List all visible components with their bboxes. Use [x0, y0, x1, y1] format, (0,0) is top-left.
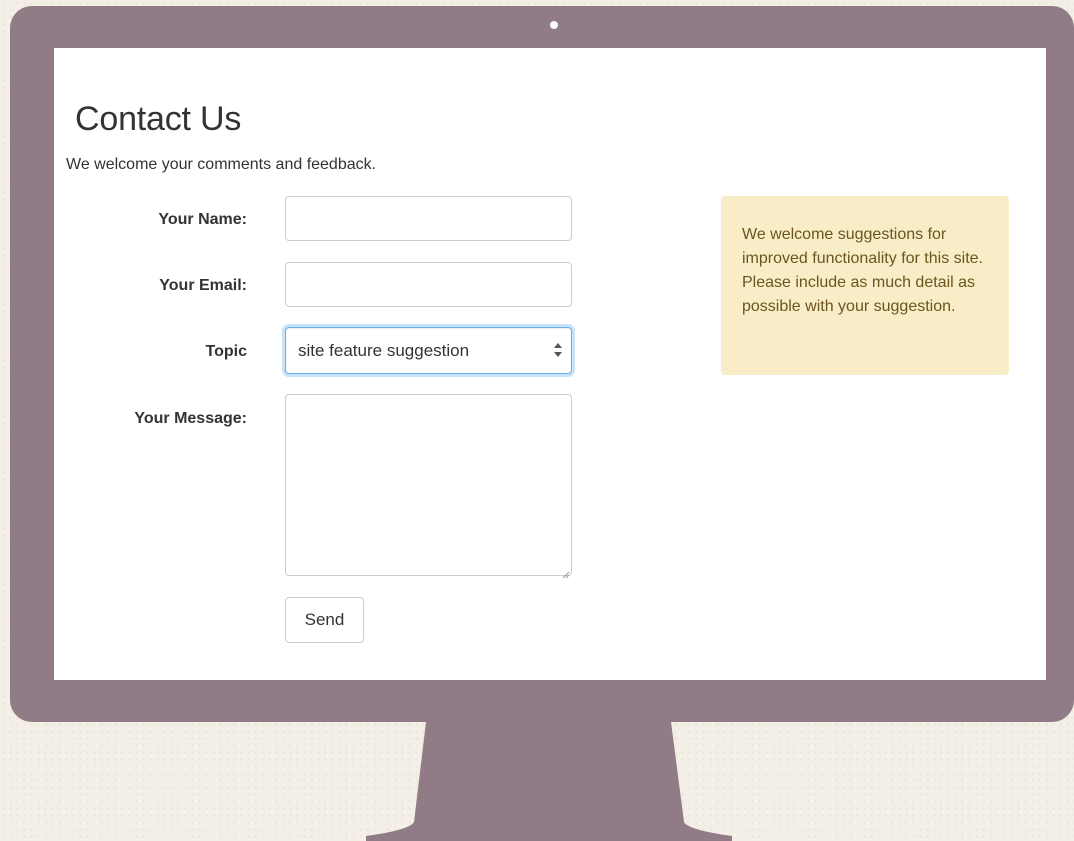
- topic-select[interactable]: site feature suggestion: [285, 327, 572, 374]
- page-title: Contact Us: [75, 100, 242, 138]
- name-input[interactable]: [285, 196, 572, 241]
- topic-label: Topic: [205, 343, 247, 360]
- email-input[interactable]: [285, 262, 572, 307]
- select-arrows-icon: [553, 340, 563, 360]
- message-textarea[interactable]: [285, 394, 572, 576]
- resize-grip-icon[interactable]: [562, 566, 570, 579]
- page-intro: We welcome your comments and feedback.: [66, 156, 377, 173]
- topic-select-value: site feature suggestion: [298, 341, 470, 360]
- message-label: Your Message:: [134, 410, 247, 427]
- info-panel-text: We welcome suggestions for improved func…: [742, 226, 983, 315]
- contact-page: Contact Us We welcome your comments and …: [54, 48, 1046, 680]
- info-panel: We welcome suggestions for improved func…: [721, 196, 1009, 375]
- name-label: Your Name:: [158, 211, 247, 228]
- monitor-frame: Contact Us We welcome your comments and …: [10, 6, 1074, 722]
- camera-dot: [550, 21, 558, 29]
- monitor-stand: [366, 722, 732, 841]
- send-button[interactable]: Send: [285, 597, 364, 643]
- email-label: Your Email:: [159, 277, 247, 294]
